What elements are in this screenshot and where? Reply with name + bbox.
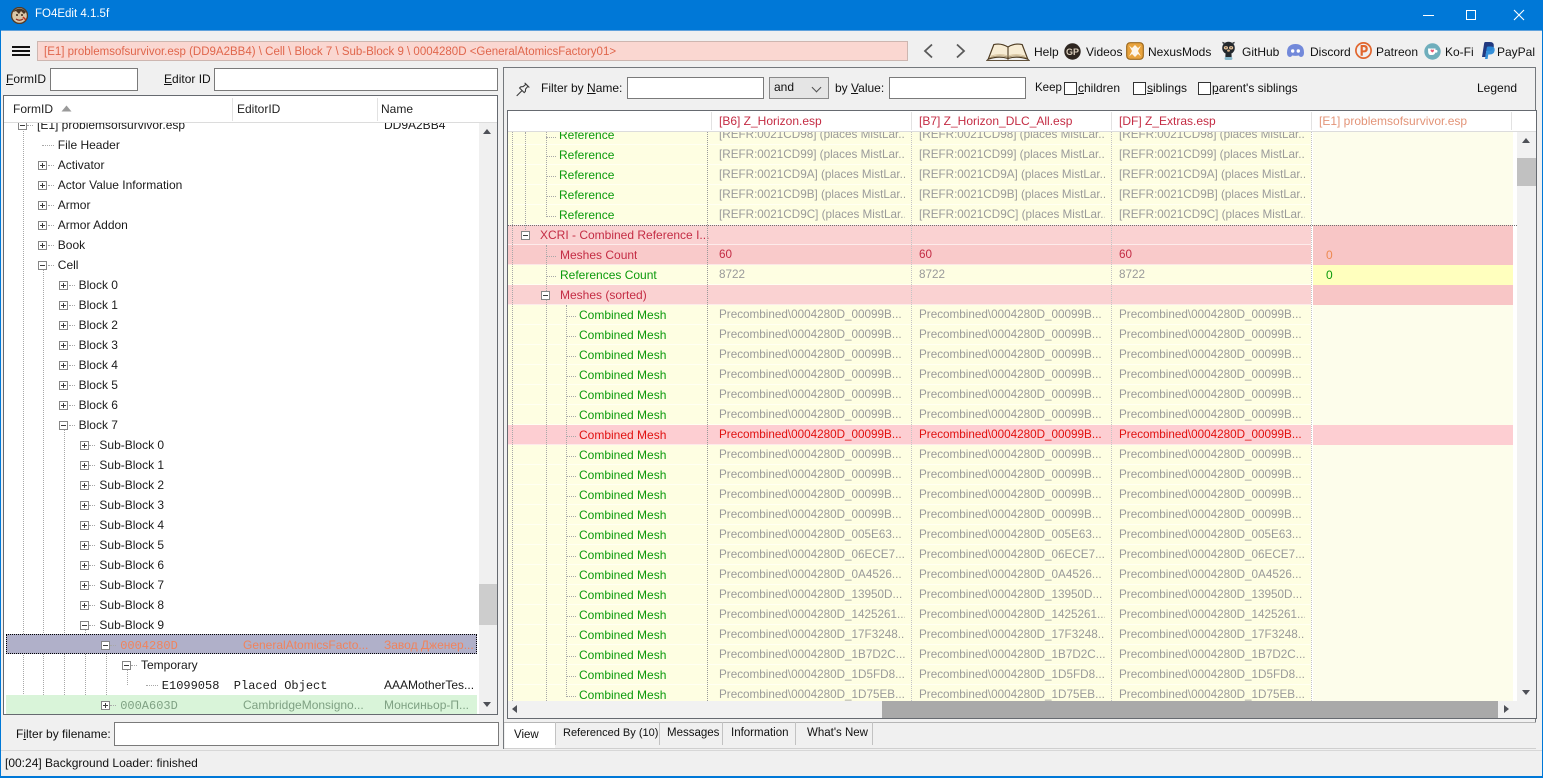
svg-text:GP: GP	[1066, 47, 1079, 57]
